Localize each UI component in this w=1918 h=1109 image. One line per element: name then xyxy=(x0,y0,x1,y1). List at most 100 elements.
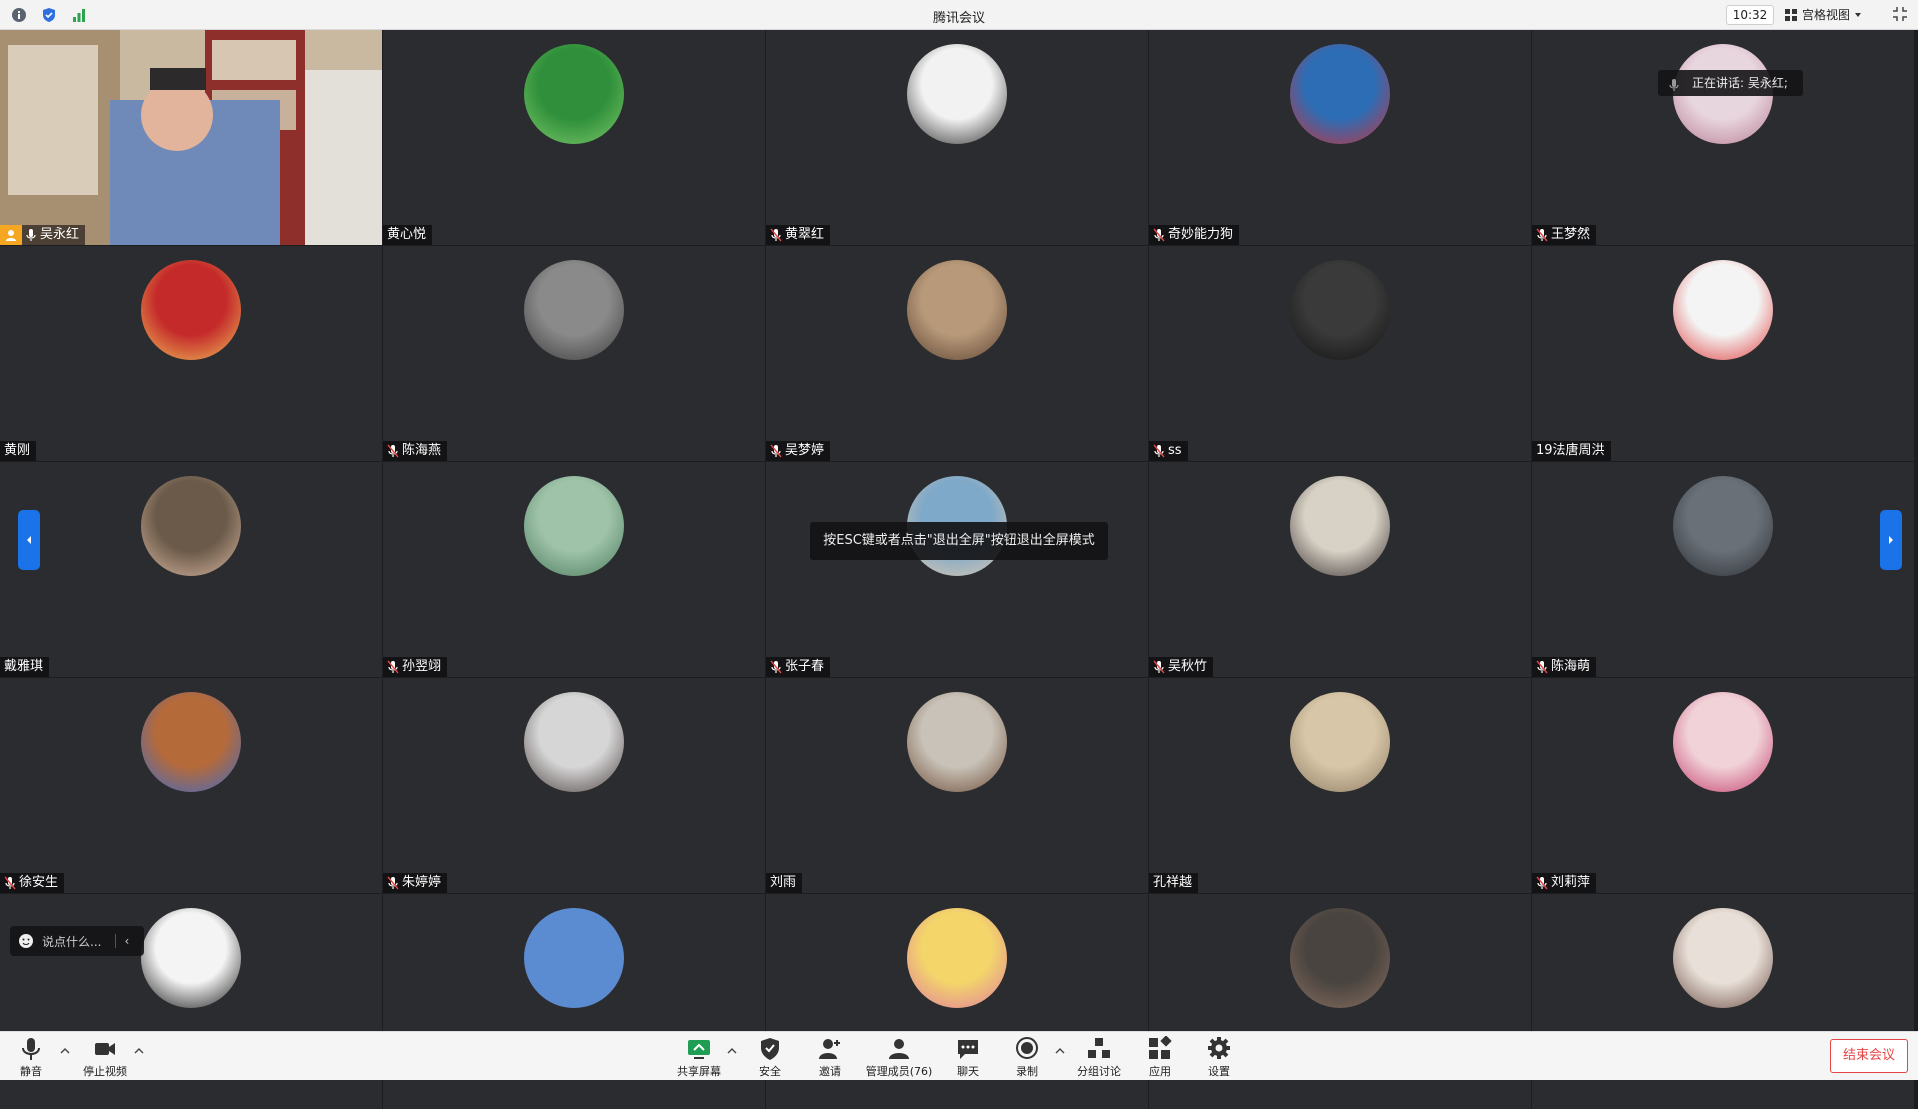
record-label: 录制 xyxy=(1016,1065,1038,1078)
participant-avatar xyxy=(141,260,241,360)
participant-nametag: 吴梦婷 xyxy=(766,441,831,461)
participant-avatar xyxy=(907,692,1007,792)
stop-video-button[interactable]: 停止视频 xyxy=(80,1036,130,1080)
security-button[interactable]: 安全 xyxy=(755,1036,785,1080)
chat-label: 聊天 xyxy=(957,1065,979,1078)
participant-avatar xyxy=(141,908,241,1008)
participant-tile[interactable]: 19法唐周洪 xyxy=(1532,246,1914,461)
participant-tile[interactable]: 刘莉萍 xyxy=(1532,678,1914,893)
participant-name: 徐安生 xyxy=(19,875,59,890)
participant-avatar xyxy=(1673,476,1773,576)
participant-avatar xyxy=(1290,44,1390,144)
participant-tile[interactable]: 孔祥越 xyxy=(1149,678,1531,893)
participant-nametag: 陈海萌 xyxy=(1532,657,1597,677)
manage-members-button[interactable]: 管理成员(76) xyxy=(864,1036,934,1080)
share-screen-button[interactable]: 共享屏幕 xyxy=(675,1036,723,1080)
mic-muted-icon xyxy=(387,876,399,890)
gear-icon xyxy=(1208,1037,1230,1059)
exit-fullscreen-icon[interactable] xyxy=(1892,6,1910,24)
participant-tile[interactable]: 黄心悦 xyxy=(383,30,765,245)
participant-tile[interactable]: 戴雅琪 xyxy=(0,462,382,677)
participant-nametag: 黄翠红 xyxy=(766,225,831,245)
participant-nametag: ss xyxy=(1149,441,1188,461)
apps-icon xyxy=(1149,1036,1172,1059)
participant-tile[interactable]: 陈海燕 xyxy=(383,246,765,461)
next-page-button[interactable] xyxy=(1880,510,1902,570)
participant-tile[interactable]: 吴梦婷 xyxy=(766,246,1148,461)
security-label: 安全 xyxy=(759,1065,781,1078)
mic-muted-icon xyxy=(1153,228,1165,242)
participant-tile[interactable]: 陈海萌 xyxy=(1532,462,1914,677)
invite-button[interactable]: 邀请 xyxy=(815,1036,845,1080)
mic-icon xyxy=(26,229,36,241)
mic-muted-icon xyxy=(1536,660,1548,674)
participant-avatar xyxy=(907,44,1007,144)
quick-chat-input[interactable]: 说点什么... ‹ xyxy=(10,926,144,956)
participant-nametag: 朱婷婷 xyxy=(383,873,448,893)
participant-tile[interactable]: 王梦然 xyxy=(1532,30,1914,245)
chevron-left-icon xyxy=(27,536,31,544)
chevron-up-icon[interactable] xyxy=(60,1046,70,1056)
participant-tile[interactable]: 刘雨 xyxy=(766,678,1148,893)
chevron-up-icon[interactable] xyxy=(1055,1046,1065,1056)
participant-tile[interactable]: ss xyxy=(1149,246,1531,461)
speaking-indicator: 正在讲话: 吴永红; xyxy=(1658,70,1803,96)
participant-avatar xyxy=(1290,692,1390,792)
prev-page-button[interactable] xyxy=(18,510,40,570)
participant-tile[interactable]: 黄刚 xyxy=(0,246,382,461)
participant-nametag: 戴雅琪 xyxy=(0,657,50,677)
share-screen-icon xyxy=(688,1040,710,1059)
emoji-icon[interactable] xyxy=(18,933,34,949)
members-icon xyxy=(889,1039,909,1059)
participant-nametag: 孙翌翊 xyxy=(383,657,448,677)
settings-label: 设置 xyxy=(1208,1065,1230,1078)
participant-tile[interactable]: 黄翠红 xyxy=(766,30,1148,245)
mic-icon xyxy=(1668,75,1680,101)
breakout-rooms-button[interactable]: 分组讨论 xyxy=(1074,1036,1124,1080)
record-button[interactable]: 录制 xyxy=(1012,1036,1042,1080)
manage-members-label: 管理成员(76) xyxy=(865,1065,933,1078)
collapse-chat-icon[interactable]: ‹ xyxy=(115,934,129,948)
end-meeting-button[interactable]: 结束会议 xyxy=(1830,1039,1908,1073)
mic-muted-icon xyxy=(387,444,399,458)
view-mode-button[interactable]: 宫格视图 xyxy=(1784,5,1884,25)
participant-avatar xyxy=(524,908,624,1008)
mic-muted-icon xyxy=(1536,876,1548,890)
add-user-icon xyxy=(819,1039,840,1059)
participant-name: 黄心悦 xyxy=(387,227,427,242)
mic-muted-icon xyxy=(770,444,782,458)
participant-tile[interactable]: 奇妙能力狗 xyxy=(1149,30,1531,245)
breakout-icon xyxy=(1088,1038,1110,1058)
chat-placeholder: 说点什么... xyxy=(42,934,102,949)
participant-name: 吴梦婷 xyxy=(785,443,825,458)
participant-tile[interactable]: 吴永红 xyxy=(0,30,382,245)
participant-avatar xyxy=(907,908,1007,1008)
participant-avatar xyxy=(1290,476,1390,576)
participant-tile[interactable]: 张子春 xyxy=(766,462,1148,677)
participant-name: 刘雨 xyxy=(770,875,797,890)
mute-button[interactable]: 静音 xyxy=(16,1036,46,1080)
participant-nametag: 刘莉萍 xyxy=(1532,873,1597,893)
participant-tile[interactable]: 徐安生 xyxy=(0,678,382,893)
chevron-up-icon[interactable] xyxy=(134,1046,144,1056)
participant-tile[interactable]: 吴秋竹 xyxy=(1149,462,1531,677)
participant-avatar xyxy=(524,692,624,792)
participant-nametag: 奇妙能力狗 xyxy=(1149,225,1240,245)
participant-tile[interactable]: 孙翌翊 xyxy=(383,462,765,677)
participant-avatar xyxy=(1673,260,1773,360)
participant-nametag: 陈海燕 xyxy=(383,441,448,461)
participant-nametag: 黄刚 xyxy=(0,441,37,461)
participant-tile[interactable]: 朱婷婷 xyxy=(383,678,765,893)
participant-name: 奇妙能力狗 xyxy=(1168,227,1234,242)
participant-name: 孙翌翊 xyxy=(402,659,442,674)
grid-view-icon xyxy=(1785,9,1797,21)
breakout-label: 分组讨论 xyxy=(1077,1065,1121,1078)
apps-button[interactable]: 应用 xyxy=(1145,1036,1175,1080)
participant-nametag: 黄心悦 xyxy=(383,225,433,245)
chat-button[interactable]: 聊天 xyxy=(953,1036,983,1080)
chevron-up-icon[interactable] xyxy=(727,1046,737,1056)
settings-button[interactable]: 设置 xyxy=(1204,1036,1234,1080)
participant-name: 朱婷婷 xyxy=(402,875,442,890)
participant-name: 王梦然 xyxy=(1551,227,1591,242)
participant-nametag: 吴秋竹 xyxy=(1149,657,1214,677)
